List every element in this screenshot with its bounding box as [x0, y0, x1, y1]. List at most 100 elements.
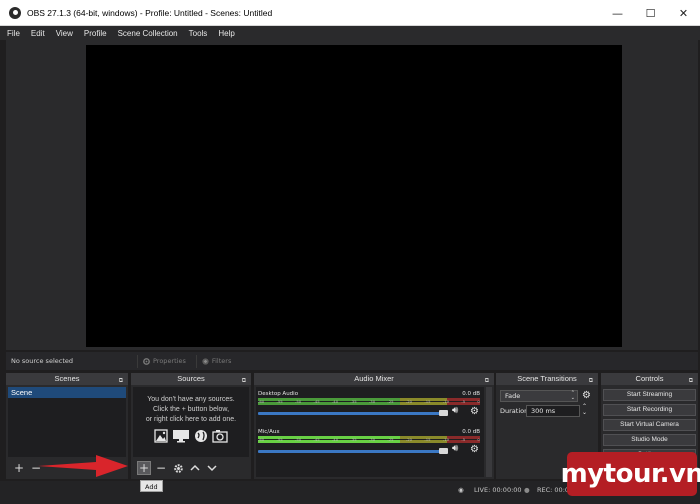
tick-label: -35 — [350, 399, 357, 404]
sources-dock: Sources ⧉ You don't have any sources. Cl… — [131, 373, 251, 479]
undock-icon[interactable]: ⧉ — [485, 375, 489, 387]
volume-slider[interactable] — [258, 412, 444, 415]
menu-edit[interactable]: Edit — [31, 29, 45, 38]
undock-icon[interactable]: ⧉ — [242, 375, 246, 387]
chevron-up-icon — [190, 464, 200, 471]
menu-profile[interactable]: Profile — [84, 29, 107, 38]
studio-mode-button[interactable]: Studio Mode — [603, 434, 696, 446]
empty-line-1: You don't have any sources. — [147, 396, 235, 403]
scenes-header: Scenes ⧉ — [6, 373, 128, 385]
source-type-icons — [133, 429, 249, 443]
scene-list-item[interactable]: Scene — [8, 387, 126, 398]
mixer-scrollbar[interactable] — [486, 387, 492, 477]
gear-icon[interactable]: ⚙ — [582, 390, 591, 401]
red-arrow-icon — [38, 455, 128, 477]
tick-label: -55 — [276, 437, 283, 442]
volume-slider-handle[interactable] — [439, 448, 448, 454]
preview-canvas[interactable] — [86, 45, 622, 347]
menu-help[interactable]: Help — [218, 29, 234, 38]
add-tooltip: Add — [140, 480, 163, 492]
tick-label: -50 — [294, 437, 302, 442]
filters-button[interactable]: Filters — [195, 354, 235, 368]
duration-spinner-icon[interactable]: ⌃ ⌄ — [582, 404, 587, 416]
tick-label: -10 — [442, 437, 450, 442]
tick-label: -55 — [276, 399, 283, 404]
transition-selected: Fade — [505, 392, 521, 400]
channel-db: 0.0 dB — [462, 391, 480, 397]
tick-label: 0 — [477, 437, 480, 442]
gear-icon[interactable]: ⚙ — [470, 444, 479, 455]
watermark-logo: mytour.vn — [561, 452, 700, 496]
rec-indicator-icon: ● — [524, 486, 530, 494]
transitions-title: Scene Transitions — [517, 374, 577, 383]
add-source-button[interactable]: + — [137, 461, 151, 475]
remove-source-button[interactable]: − — [154, 461, 168, 475]
mixer-title: Audio Mixer — [354, 374, 394, 383]
speaker-icon[interactable]: 🔊︎ — [452, 443, 458, 454]
menu-scene-collection[interactable]: Scene Collection — [118, 29, 178, 38]
gear-icon — [173, 463, 183, 473]
context-bar: No source selected Properties Filters — [6, 352, 698, 370]
scenes-list: Scene — [8, 387, 126, 457]
meter-ticks: -60 -55 -50 -45 -40 -35 -30 -25 -20 -15 -10 -5 0 — [258, 437, 480, 442]
add-scene-button[interactable]: + — [12, 461, 26, 475]
move-down-button[interactable] — [205, 461, 219, 475]
properties-label: Properties — [153, 357, 186, 365]
properties-button[interactable]: Properties — [137, 354, 190, 368]
maximize-button[interactable]: ☐ — [634, 0, 667, 26]
transition-select[interactable]: Fade ⌃ ⌄ — [500, 390, 578, 402]
tick-label: -5 — [461, 437, 466, 442]
close-button[interactable]: ✕ — [667, 0, 700, 26]
volume-slider-handle[interactable] — [439, 410, 448, 416]
tick-label: -40 — [331, 437, 339, 442]
live-status: LIVE: 00:00:00 — [474, 486, 522, 494]
tick-label: -45 — [313, 437, 320, 442]
filters-label: Filters — [211, 357, 232, 365]
window-title: OBS 27.1.3 (64-bit, windows) - Profile: … — [27, 7, 273, 18]
tick-label: -10 — [442, 399, 450, 404]
channel-name: Desktop Audio — [258, 391, 299, 397]
sources-toolbar: + − — [133, 458, 249, 478]
source-properties-button[interactable] — [171, 461, 185, 475]
tick-label: -15 — [424, 399, 431, 404]
monitor-icon — [173, 430, 189, 443]
globe-icon — [195, 430, 207, 442]
sources-list[interactable]: You don't have any sources. Click the + … — [133, 387, 249, 457]
channel-db: 0.0 dB — [462, 429, 480, 435]
speaker-icon[interactable]: 🔊︎ — [452, 405, 458, 416]
mixer-header: Audio Mixer ⧉ — [254, 373, 494, 385]
live-indicator-icon: ◉ — [458, 486, 464, 494]
tick-label: -60 — [258, 437, 265, 442]
filter-icon — [202, 357, 209, 365]
menu-view[interactable]: View — [56, 29, 73, 38]
start-recording-button[interactable]: Start Recording — [603, 404, 696, 416]
tick-label: -25 — [387, 399, 394, 404]
mixer-channel-mic-aux: Mic/Aux 0.0 dB -60 -55 -50 -45 -40 -35 -30 -25-… — [256, 427, 484, 467]
duration-input[interactable]: 300 ms — [526, 405, 580, 417]
gear-icon[interactable]: ⚙ — [470, 406, 479, 417]
start-virtual-camera-button[interactable]: Start Virtual Camera — [603, 419, 696, 431]
sources-empty-message: You don't have any sources. Click the + … — [133, 395, 249, 425]
sources-title: Sources — [177, 374, 205, 383]
menu-tools[interactable]: Tools — [189, 29, 208, 38]
tick-label: -50 — [294, 399, 302, 404]
start-streaming-button[interactable]: Start Streaming — [603, 389, 696, 401]
controls-title: Controls — [635, 374, 664, 383]
undock-icon[interactable]: ⧉ — [589, 375, 593, 387]
tick-label: -20 — [405, 399, 413, 404]
volume-slider[interactable] — [258, 450, 444, 453]
tick-label: -35 — [350, 437, 357, 442]
undock-icon[interactable]: ⧉ — [119, 375, 123, 387]
move-up-button[interactable] — [188, 461, 202, 475]
tick-label: -30 — [368, 437, 376, 442]
controls-header: Controls ⧉ — [601, 373, 698, 385]
select-arrows-icon: ⌃ ⌄ — [570, 390, 575, 401]
duration-label: Duration — [500, 407, 529, 415]
tick-label: -20 — [405, 437, 413, 442]
menu-file[interactable]: File — [7, 29, 20, 38]
minimize-button[interactable]: — — [601, 0, 634, 26]
undock-icon[interactable]: ⧉ — [689, 375, 693, 387]
mixer-channels: Desktop Audio 0.0 dB -60 -55 -50 -45 -40 -35-… — [256, 387, 484, 477]
tick-label: 0 — [477, 399, 480, 404]
title-bar: OBS 27.1.3 (64-bit, windows) - Profile: … — [0, 0, 700, 26]
